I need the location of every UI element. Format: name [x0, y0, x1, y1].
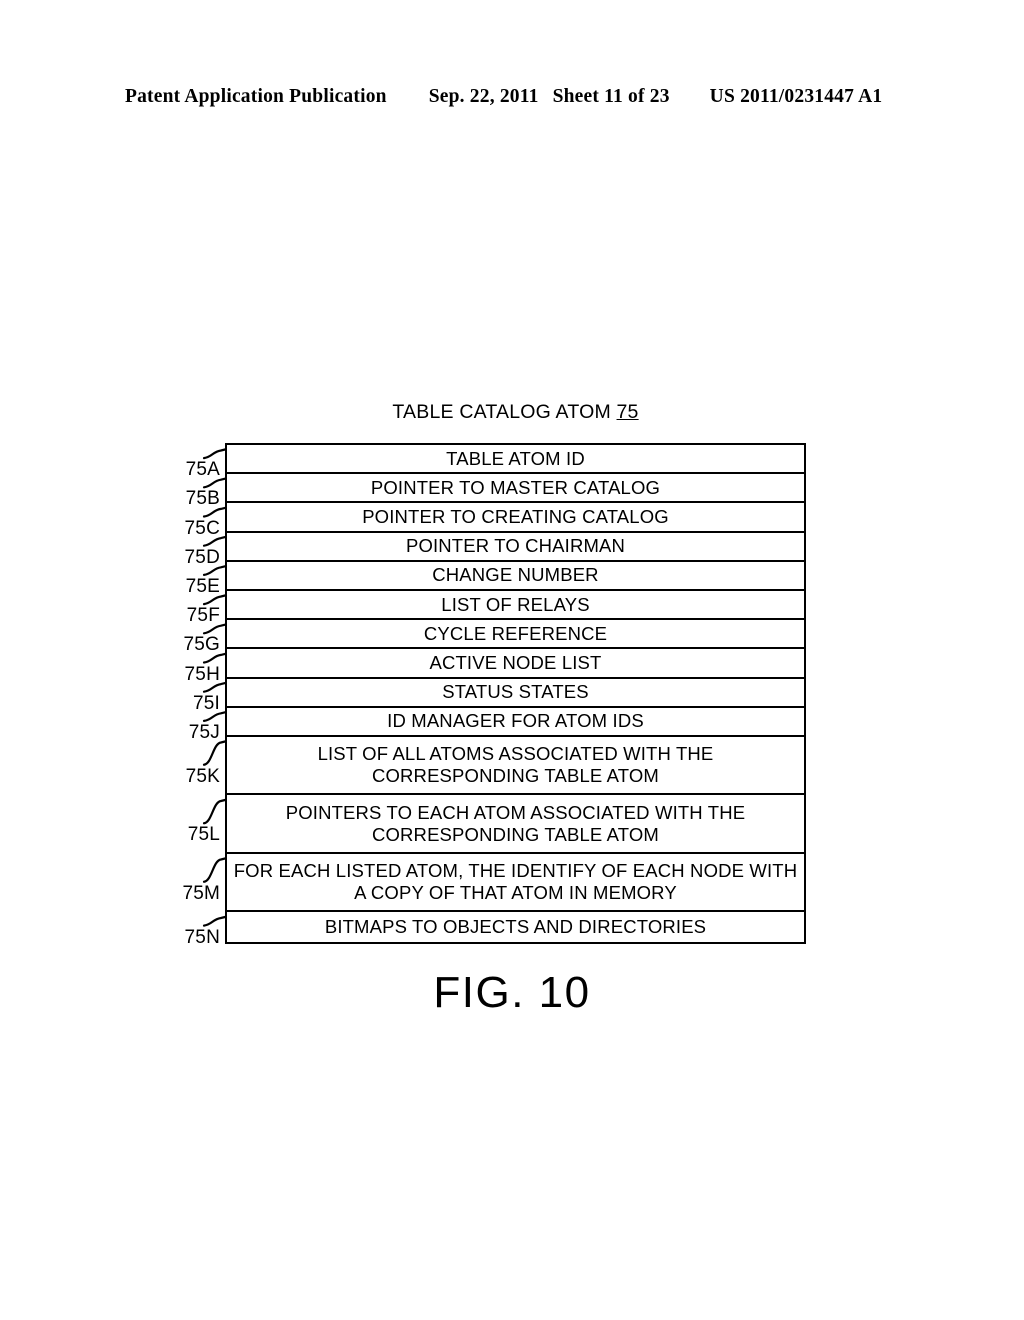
atom-field-row: CHANGE NUMBER — [227, 562, 804, 591]
reference-numeral-text: 75E — [185, 575, 220, 597]
reference-numeral-75I: 75I — [160, 693, 220, 715]
reference-numeral-75C: 75C — [160, 518, 220, 540]
leader-line-75A — [202, 448, 227, 460]
reference-numeral-75H: 75H — [160, 664, 220, 686]
atom-field-row: LIST OF RELAYS — [227, 591, 804, 621]
leader-line-75F — [202, 594, 227, 606]
figure-caption: FIG. 10 — [433, 968, 591, 1017]
header-sheet-label: Sheet 11 of 23 — [552, 86, 670, 107]
reference-numeral-text: 75K — [185, 765, 220, 787]
header-publication-label: Patent Application Publication — [125, 86, 387, 107]
reference-numeral-75F: 75F — [160, 605, 220, 627]
reference-numeral-text: 75I — [192, 692, 220, 714]
atom-field-label: CHANGE NUMBER — [432, 564, 599, 586]
reference-numeral-text: 75N — [184, 926, 220, 948]
leader-line-75G — [202, 623, 227, 635]
atom-field-label: POINTER TO MASTER CATALOG — [370, 476, 661, 498]
atom-field-label: LIST OF ALL ATOMS ASSOCIATED WITH THE CO… — [317, 743, 714, 787]
reference-numeral-75E: 75E — [160, 576, 220, 598]
leader-line-75E — [202, 565, 227, 576]
reference-numeral-75D: 75D — [160, 547, 220, 569]
reference-numeral-75K: 75K — [160, 766, 220, 788]
leader-line-75C — [202, 506, 227, 518]
atom-field-row: TABLE ATOM ID — [227, 445, 804, 475]
atom-field-label: ACTIVE NODE LIST — [429, 651, 602, 673]
atom-field-row: ID MANAGER FOR ATOM IDS — [227, 708, 804, 737]
atom-field-row: BITMAPS TO OBJECTS AND DIRECTORIES — [227, 912, 804, 941]
reference-numeral-75L: 75L — [160, 824, 220, 846]
reference-numeral-text: 75L — [187, 824, 220, 846]
leader-line-group — [202, 448, 227, 927]
reference-numeral-text: 75M — [182, 882, 220, 904]
atom-field-label: BITMAPS TO OBJECTS AND DIRECTORIES — [324, 916, 707, 938]
atom-field-label: ID MANAGER FOR ATOM IDS — [387, 710, 644, 732]
reference-numeral-75B: 75B — [160, 488, 220, 510]
figure-title: TABLE CATALOG ATOM 75 — [225, 401, 806, 424]
atom-field-label: POINTERS TO EACH ATOM ASSOCIATED WITH TH… — [285, 801, 746, 845]
reference-numeral-75M: 75M — [160, 883, 220, 905]
leader-line-75J — [202, 711, 227, 722]
reference-numeral-text: 75D — [184, 546, 220, 568]
table-catalog-atom-diagram: TABLE ATOM ID POINTER TO MASTER CATALOG PO… — [0, 0, 1024, 1320]
figure-title-reference-number: 75 — [616, 401, 639, 423]
reference-numeral-text: 75A — [185, 459, 220, 481]
atom-field-label: FOR EACH LISTED ATOM, THE IDENTIFY OF EA… — [233, 860, 798, 904]
reference-numeral-75J: 75J — [160, 722, 220, 744]
atom-field-row: LIST OF ALL ATOMS ASSOCIATED WITH THE CO… — [227, 737, 804, 796]
atom-field-row: POINTERS TO EACH ATOM ASSOCIATED WITH TH… — [227, 795, 804, 854]
leader-line-75H — [202, 652, 227, 664]
reference-numeral-75A: 75A — [160, 459, 220, 481]
atom-field-label: CYCLE REFERENCE — [423, 622, 608, 644]
leader-line-75N — [202, 915, 227, 927]
atom-field-row: ACTIVE NODE LIST — [227, 649, 804, 679]
leader-line-75D — [202, 536, 227, 547]
reference-numeral-text: 75G — [183, 634, 220, 656]
reference-numeral-text: 75F — [186, 605, 220, 627]
reference-numeral-75G: 75G — [160, 634, 220, 656]
atom-field-row: CYCLE REFERENCE — [227, 620, 804, 650]
leader-line-75B — [202, 477, 227, 489]
reference-numeral-text: 75J — [188, 721, 220, 743]
atom-field-row: STATUS STATES — [227, 679, 804, 708]
reference-numeral-text: 75B — [185, 488, 220, 510]
leader-line-75I — [202, 682, 227, 693]
atom-field-row: POINTER TO CREATING CATALOG — [227, 503, 804, 533]
atom-field-label: LIST OF RELAYS — [441, 593, 590, 615]
figure-title-text: TABLE CATALOG ATOM — [392, 401, 611, 423]
leader-line-75M — [202, 857, 227, 883]
header-date-label: Sep. 22, 2011 — [428, 86, 539, 107]
reference-numeral-text: 75H — [184, 663, 220, 685]
atom-field-label: TABLE ATOM ID — [446, 447, 585, 469]
leader-line-75K — [202, 740, 227, 766]
table-catalog-atom-field-list: TABLE ATOM ID POINTER TO MASTER CATALOG PO… — [225, 443, 806, 944]
header-publication-number: US 2011/0231447 A1 — [709, 86, 883, 107]
atom-field-row: POINTER TO CHAIRMAN — [227, 533, 804, 562]
leader-line-75L — [202, 798, 227, 825]
atom-field-row: POINTER TO MASTER CATALOG — [227, 474, 804, 504]
atom-field-row: FOR EACH LISTED ATOM, THE IDENTIFY OF EA… — [227, 854, 804, 913]
atom-field-label: STATUS STATES — [442, 681, 589, 703]
atom-field-label: POINTER TO CHAIRMAN — [405, 535, 626, 557]
reference-numeral-text: 75C — [184, 517, 220, 539]
atom-field-label: POINTER TO CREATING CATALOG — [362, 506, 669, 528]
reference-numeral-75N: 75N — [160, 927, 220, 949]
page-header: Patent Application Publication Sep. 22, … — [125, 86, 899, 114]
